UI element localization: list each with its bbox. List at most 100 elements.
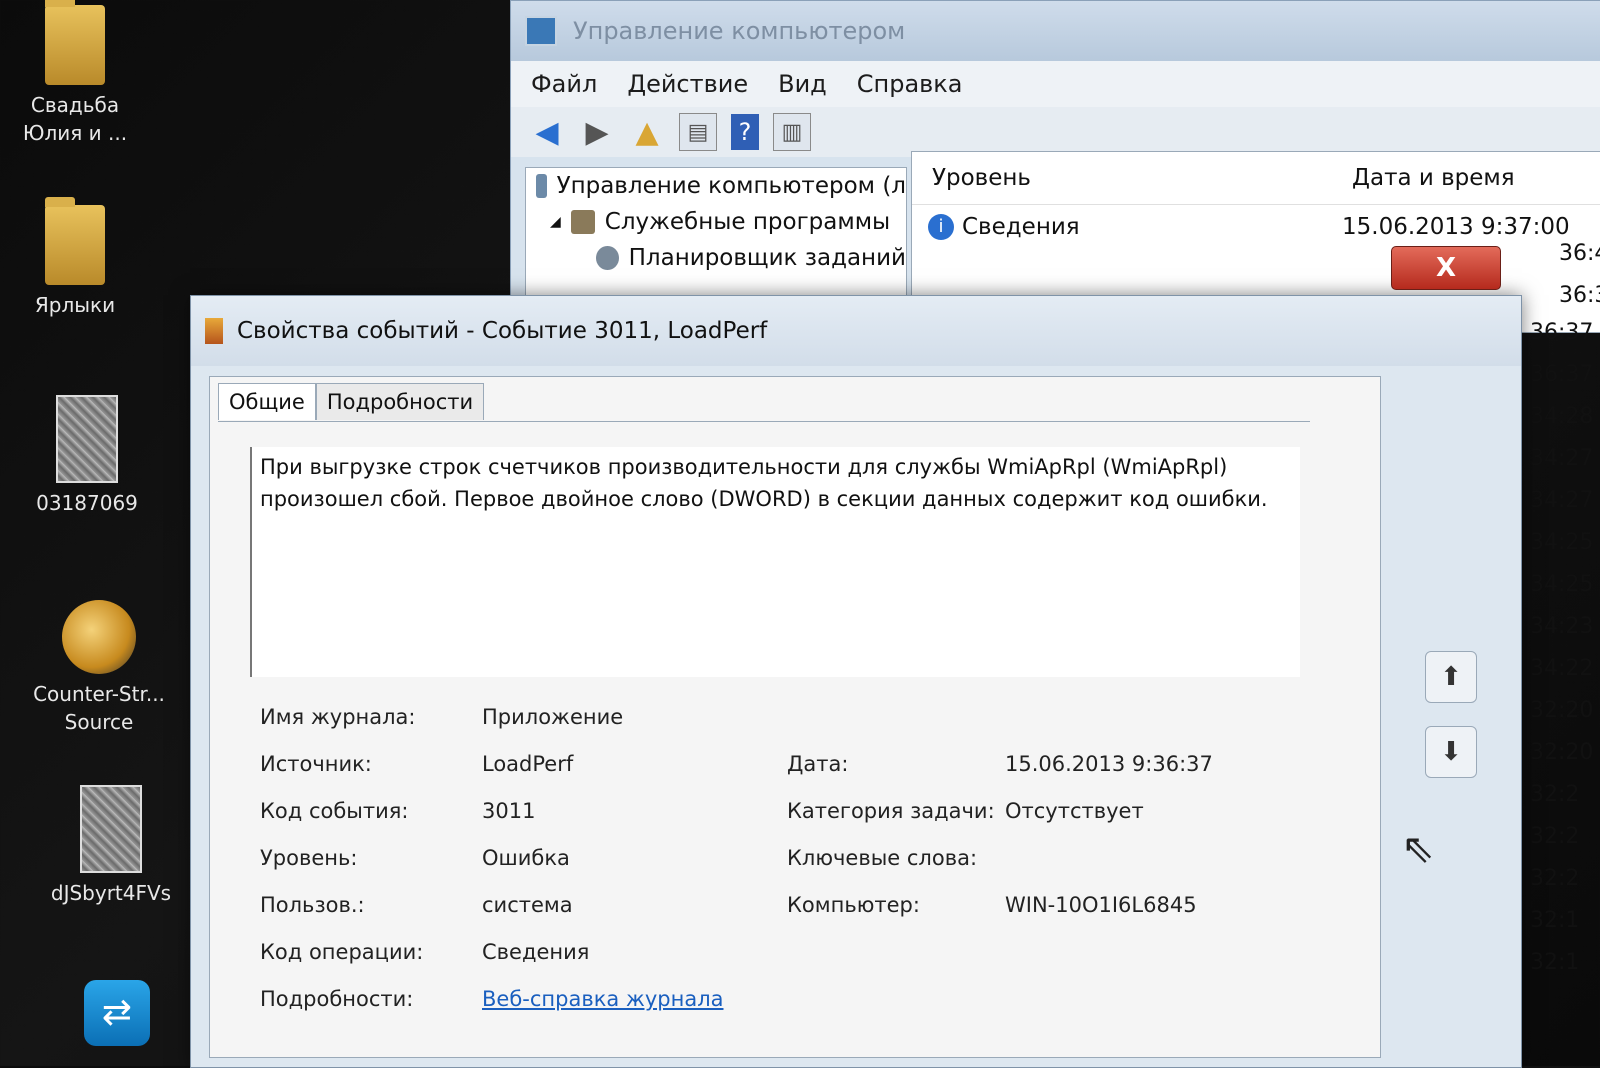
time-fragment: 34:25 (1530, 572, 1594, 597)
level-label: Уровень: (260, 846, 358, 870)
date-value: 15.06.2013 9:36:37 (1005, 752, 1213, 776)
mouse-cursor-icon: ⇖ (1401, 826, 1435, 872)
forward-arrow-icon[interactable]: ▶ (579, 114, 615, 150)
column-header-level[interactable]: Уровень (932, 165, 1352, 191)
desktop-icon-teamviewer[interactable]: ⇄ (42, 980, 192, 1052)
time-fragment: 36:40 (1559, 241, 1600, 266)
time-fragment: 32:2 (1530, 782, 1580, 807)
time-fragment: 36:37 (1530, 362, 1594, 387)
computer-management-icon (525, 16, 557, 46)
event-id-label: Код события: (260, 799, 409, 823)
field-row-opcode: Код операции: Сведения (260, 932, 1360, 979)
close-button[interactable]: X (1391, 246, 1501, 290)
event-log-online-help-link[interactable]: Веб-справка журнала (482, 987, 724, 1011)
field-row-details: Подробности: Веб-справка журнала (260, 979, 1360, 1026)
help-icon[interactable]: ? (731, 114, 759, 150)
menu-help[interactable]: Справка (857, 70, 963, 98)
dialog-titlebar[interactable]: Свойства событий - Событие 3011, LoadPer… (191, 296, 1521, 366)
event-id-value: 3011 (482, 799, 536, 823)
user-label: Пользов.: (260, 893, 365, 917)
window-titlebar[interactable]: Управление компьютером (511, 1, 1600, 61)
tree-item-label: Управление компьютером (л (556, 173, 906, 199)
desktop-icon-wedding-folder[interactable]: Свадьба Юлия и ... (0, 0, 150, 147)
event-datetime: 15.06.2013 9:37:00 (1342, 214, 1570, 240)
time-fragment: 32:2 (1530, 866, 1580, 891)
log-name-label: Имя журнала: (260, 705, 416, 729)
show-hide-action-pane-icon[interactable]: ▥ (773, 113, 811, 151)
window-title: Управление компьютером (573, 17, 906, 45)
date-label: Дата: (787, 752, 849, 776)
counter-strike-icon (62, 600, 136, 674)
tree-item-label: Планировщик заданий (628, 245, 906, 271)
time-fragment: 32:20 (1530, 740, 1594, 765)
time-fragment: 34:22 (1530, 656, 1594, 681)
teamviewer-icon: ⇄ (84, 980, 150, 1046)
event-fields: Имя журнала: Приложение Источник: LoadPe… (260, 697, 1360, 1026)
tree-item-task-scheduler[interactable]: Планировщик заданий (526, 240, 906, 276)
field-row-user: Пользов.: система Компьютер: WIN-10O1I6L… (260, 885, 1360, 932)
desktop-icon-shortcuts-folder[interactable]: Ярлыки (0, 197, 150, 319)
tab-general[interactable]: Общие (218, 383, 316, 420)
time-fragment: 34:25 (1530, 530, 1594, 555)
time-fragment: 34:27 (1530, 488, 1594, 513)
menu-bar: Файл Действие Вид Справка (511, 61, 1600, 107)
event-level: Сведения (962, 214, 1080, 240)
opcode-value: Сведения (482, 940, 590, 964)
user-value: система (482, 893, 573, 917)
menu-file[interactable]: Файл (531, 70, 597, 98)
time-fragment: 34:28 (1530, 404, 1594, 429)
info-icon: i (928, 214, 954, 240)
arrow-up-icon: ⬆ (1440, 662, 1462, 692)
tools-icon (570, 210, 595, 234)
dialog-content-panel: Общие Подробности При выгрузке строк сче… (209, 376, 1381, 1058)
event-viewer-icon (205, 318, 223, 344)
tree-item-computer-management[interactable]: Управление компьютером (л (526, 168, 906, 204)
image-thumbnail-icon (56, 395, 118, 483)
level-value: Ошибка (482, 846, 570, 870)
time-fragment: 34:23 (1530, 614, 1594, 639)
time-fragment: 32:20 (1530, 698, 1594, 723)
computer-icon (536, 174, 547, 198)
tab-details[interactable]: Подробности (315, 383, 485, 420)
time-fragment: 34:27 (1530, 446, 1594, 471)
keywords-label: Ключевые слова: (787, 846, 978, 870)
event-properties-dialog[interactable]: X Свойства событий - Событие 3011, LoadP… (190, 246, 1522, 1068)
menu-view[interactable]: Вид (778, 70, 827, 98)
field-row-log: Имя журнала: Приложение (260, 697, 1360, 744)
menu-action[interactable]: Действие (627, 70, 748, 98)
column-header-datetime[interactable]: Дата и время (1352, 165, 1515, 191)
previous-event-button[interactable]: ⬆ (1425, 651, 1477, 703)
desktop-icon-label: dJSbyrt4FVs (50, 881, 172, 905)
tab-divider (218, 421, 1310, 422)
time-fragment: 32:1 (1530, 908, 1580, 933)
tree-item-label: Служебные программы (604, 209, 891, 235)
desktop-icon-image-03187069[interactable]: 03187069 (12, 395, 162, 517)
time-fragment: 32:2 (1530, 824, 1580, 849)
event-message-text[interactable]: При выгрузке строк счетчиков производите… (250, 447, 1300, 677)
field-row-level: Уровень: Ошибка Ключевые слова: (260, 838, 1360, 885)
desktop-icon-label: Ярлыки (34, 293, 116, 317)
field-row-event-id: Код события: 3011 Категория задачи: Отсу… (260, 791, 1360, 838)
clock-icon (596, 246, 619, 270)
table-row[interactable]: i Сведения 15.06.2013 9:37:00 (912, 205, 1600, 249)
opcode-label: Код операции: (260, 940, 424, 964)
time-fragment: 32:1 (1530, 950, 1580, 975)
log-name-value: Приложение (482, 705, 624, 729)
tab-strip: Общие Подробности (218, 383, 485, 420)
image-thumbnail-icon (80, 785, 142, 873)
desktop-icon-label: 03187069 (36, 491, 138, 515)
desktop-icon-counter-strike[interactable]: Counter-Str... Source (24, 600, 174, 736)
task-category-value: Отсутствует (1005, 799, 1144, 823)
folder-icon (45, 0, 105, 85)
up-folder-icon[interactable]: ▲ (629, 114, 665, 150)
task-category-label: Категория задачи: (787, 799, 995, 823)
source-label: Источник: (260, 752, 372, 776)
time-fragment: 36:37 (1530, 320, 1594, 345)
collapse-triangle-icon[interactable]: ◢ (550, 214, 561, 230)
back-arrow-icon[interactable]: ◀ (529, 114, 565, 150)
next-event-button[interactable]: ⬇ (1425, 726, 1477, 778)
event-time-column-fragments: 36:40 36:37 (1559, 233, 1600, 317)
show-hide-tree-icon[interactable]: ▤ (679, 113, 717, 151)
tree-item-system-tools[interactable]: ◢ Служебные программы (526, 204, 906, 240)
desktop-icon-video-djsbyrt4fvs[interactable]: dJSbyrt4FVs (36, 785, 186, 907)
